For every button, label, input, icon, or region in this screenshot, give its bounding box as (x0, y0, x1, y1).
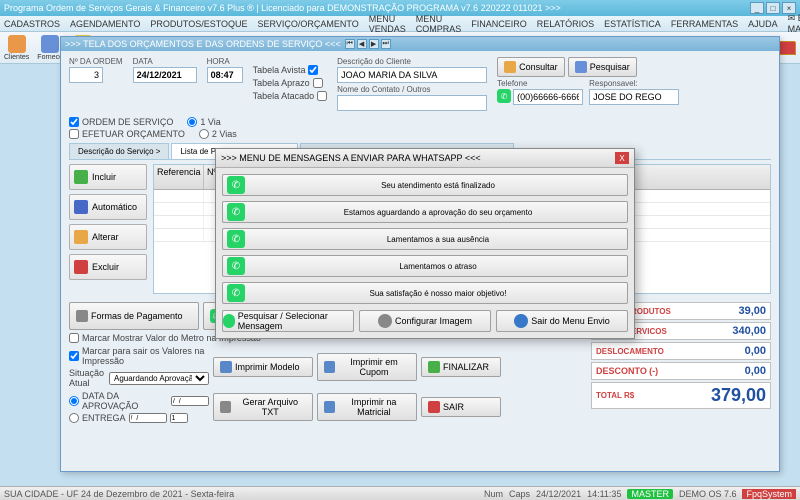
order-label: Nº DA ORDEM (69, 57, 123, 66)
status-left: SUA CIDADE - UF 24 de Dezembro de 2021 -… (4, 489, 234, 499)
whatsapp-icon: ✆ (227, 257, 245, 275)
chk-aprazo[interactable] (313, 78, 323, 88)
resp-label: Responsavel: (589, 79, 679, 88)
menu-servico[interactable]: SERVIÇO/ORÇAMENTO (258, 19, 359, 29)
contact-label: Nome do Contato / Outros (337, 85, 487, 94)
tab-descricao[interactable]: Descrição do Serviço > (69, 143, 169, 159)
subwindow-title: >>> TELA DOS ORÇAMENTOS E DAS ORDENS DE … (61, 37, 779, 51)
produtos-value: 39,00 (738, 305, 766, 317)
pesquisar-button[interactable]: Pesquisar (568, 57, 637, 77)
automatico-button[interactable]: Automático (69, 194, 147, 220)
entrega-field[interactable] (129, 413, 167, 423)
nav-next[interactable]: ▶ (369, 39, 379, 49)
date-field[interactable] (133, 67, 197, 83)
matricial-button[interactable]: Imprimir na Matricial (317, 393, 417, 421)
sair-button[interactable]: SAIR (421, 397, 501, 417)
excluir-button[interactable]: Excluir (69, 254, 147, 280)
menu-vendas[interactable]: MENU VENDAS (369, 14, 406, 34)
modelo-button[interactable]: Imprimir Modelo (213, 357, 313, 377)
menu-ferramentas[interactable]: FERRAMENTAS (671, 19, 738, 29)
cupom-button[interactable]: Imprimir em Cupom (317, 353, 417, 381)
grid-header[interactable]: Referencia (154, 165, 204, 189)
nav-prev[interactable]: ◀ (357, 39, 367, 49)
menu-financeiro[interactable]: FINANCEIRO (471, 19, 527, 29)
radio-entrega[interactable] (69, 413, 79, 423)
data-aprov-field[interactable] (171, 396, 209, 406)
whatsapp-icon: ✆ (227, 230, 245, 248)
toolbar-clientes[interactable]: Clientes (4, 35, 29, 61)
config-img-button[interactable]: Configurar Imagem (359, 310, 491, 332)
menu-produtos[interactable]: PRODUTOS/ESTOQUE (150, 19, 247, 29)
nav-first[interactable]: ⏮ (345, 39, 355, 49)
alterar-button[interactable]: Alterar (69, 224, 147, 250)
radio-2vias[interactable] (199, 129, 209, 139)
chk-atacado[interactable] (317, 91, 327, 101)
desloc-label: DESLOCAMENTO (596, 347, 664, 356)
resp-field[interactable] (589, 89, 679, 105)
menubar: CADASTROS AGENDAMENTO PRODUTOS/ESTOQUE S… (0, 16, 800, 32)
menu-compras[interactable]: MENU COMPRAS (416, 14, 462, 34)
chk-avista[interactable] (308, 65, 318, 75)
nav-last[interactable]: ⏭ (381, 39, 391, 49)
gerar-button[interactable]: Gerar Arquivo TXT (213, 393, 313, 421)
client-field[interactable] (337, 67, 487, 83)
modal-close-button[interactable]: X (615, 152, 629, 164)
whatsapp-modal: >>> MENU DE MENSAGENS A ENVIAR PARA WHAT… (215, 148, 635, 339)
phone-label: Telefone (497, 79, 583, 88)
chk-orc[interactable] (69, 129, 79, 139)
desconto-value: 0,00 (745, 365, 766, 377)
menu-email[interactable]: ✉ E-MAIL (788, 13, 800, 34)
contact-field[interactable] (337, 95, 487, 111)
menu-agendamento[interactable]: AGENDAMENTO (70, 19, 140, 29)
entrega-dias[interactable] (170, 413, 188, 423)
whatsapp-msg-button[interactable]: ✆Lamentamos a sua ausência (222, 228, 628, 250)
chk-valores[interactable] (69, 351, 79, 361)
radio-1via[interactable] (187, 117, 197, 127)
total-value: 379,00 (711, 385, 766, 406)
chk-os[interactable] (69, 117, 79, 127)
whatsapp-msg-button[interactable]: ✆Lamentamos o atraso (222, 255, 628, 277)
whatsapp-msg-button[interactable]: ✆Seu atendimento está finalizado (222, 174, 628, 196)
date-label: DATA (133, 57, 197, 66)
client-label: Descrição do Cliente (337, 57, 487, 66)
statusbar: SUA CIDADE - UF 24 de Dezembro de 2021 -… (0, 486, 800, 500)
formas-button[interactable]: Formas de Pagamento (69, 302, 199, 330)
radio-data-aprov[interactable] (69, 396, 79, 406)
chk-metro[interactable] (69, 333, 79, 343)
time-label: HORA (207, 57, 243, 66)
desconto-label: DESCONTO (-) (596, 366, 658, 376)
maximize-button[interactable]: □ (766, 2, 780, 14)
situacao-select[interactable]: Aguardando Aprovação (109, 372, 209, 385)
sys-badge: FpqSystem (742, 489, 796, 499)
sair-menu-button[interactable]: Sair do Menu Envio (496, 310, 628, 332)
menu-ajuda[interactable]: AJUDA (748, 19, 778, 29)
whatsapp-icon: ✆ (227, 176, 245, 194)
window-title: Programa Ordem de Serviços Gerais & Fina… (4, 3, 561, 13)
minimize-button[interactable]: _ (750, 2, 764, 14)
desloc-value: 0,00 (745, 345, 766, 357)
modal-title: >>> MENU DE MENSAGENS A ENVIAR PARA WHAT… (221, 153, 481, 163)
pesquisar-msg-button[interactable]: Pesquisar / Selecionar Mensagem (222, 310, 354, 332)
menu-estatistica[interactable]: ESTATÍSTICA (604, 19, 661, 29)
whatsapp-icon[interactable]: ✆ (497, 89, 511, 103)
total-label: TOTAL R$ (596, 391, 634, 400)
master-badge: MASTER (627, 489, 673, 499)
finalizar-button[interactable]: FINALIZAR (421, 357, 501, 377)
whatsapp-icon: ✆ (227, 203, 245, 221)
menu-relatorios[interactable]: RELATÓRIOS (537, 19, 594, 29)
whatsapp-msg-button[interactable]: ✆Sua satisfação é nosso maior objetivo! (222, 282, 628, 304)
whatsapp-msg-button[interactable]: ✆Estamos aguardando a aprovação do seu o… (222, 201, 628, 223)
servicos-value: 340,00 (732, 325, 766, 337)
incluir-button[interactable]: Incluir (69, 164, 147, 190)
consultar-button[interactable]: Consultar (497, 57, 565, 77)
whatsapp-icon: ✆ (227, 284, 245, 302)
time-field[interactable] (207, 67, 243, 83)
exit-icon[interactable] (778, 41, 796, 55)
order-field[interactable] (69, 67, 103, 83)
phone-field[interactable] (513, 89, 583, 105)
menu-cadastros[interactable]: CADASTROS (4, 19, 60, 29)
